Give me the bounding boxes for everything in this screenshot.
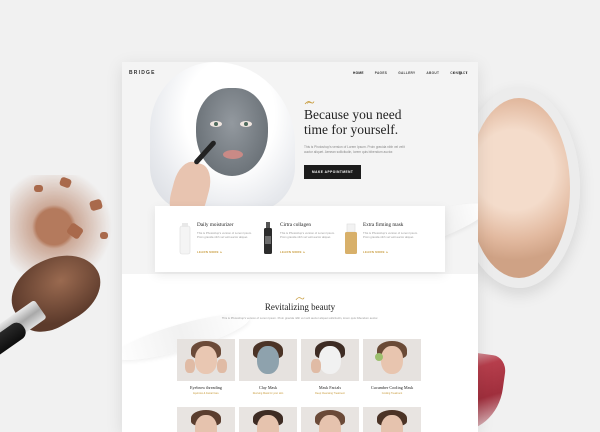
- treatment-tag: Cooling Treatment: [381, 392, 403, 395]
- learn-more-link[interactable]: LEARN MORE ►: [280, 250, 306, 254]
- treatment-card[interactable]: Cucumber Cooling Mask Cooling Treatment: [363, 339, 421, 399]
- make-appointment-button[interactable]: MAKE APPOINTMENT: [304, 165, 362, 179]
- product-highlights: Daily moisturizer This is Photoshop's ve…: [155, 206, 445, 272]
- learn-more-link[interactable]: LEARN MORE ►: [363, 250, 389, 254]
- powder-chunk: [100, 232, 108, 239]
- nav-item-pages[interactable]: PAGES: [375, 71, 387, 75]
- product-description: This is Photoshop's version of Lorem Ips…: [363, 231, 418, 239]
- treatment-photo[interactable]: [301, 407, 359, 432]
- product-name: Extra firming mask: [363, 222, 404, 228]
- product-description: This is Photoshop's version of Lorem Ips…: [197, 231, 252, 239]
- leaf-ornament-icon: [304, 101, 315, 105]
- top-navigation: BRIDGE HOME PAGES GALLERY ABOUT CONTACT …: [122, 62, 478, 84]
- twitter-icon[interactable]: t: [466, 70, 467, 75]
- product-card: Daily moisturizer This is Photoshop's ve…: [177, 220, 261, 260]
- product-card: Extra firming mask This is Photoshop's v…: [343, 220, 427, 260]
- nav-item-home[interactable]: HOME: [353, 71, 364, 75]
- nav-item-about[interactable]: ABOUT: [426, 71, 439, 75]
- treatment-photo[interactable]: [177, 407, 235, 432]
- treatment-name: Clay Mask: [258, 385, 278, 390]
- collagen-bottle-icon: [264, 222, 272, 254]
- main-menu: HOME PAGES GALLERY ABOUT CONTACT: [353, 71, 468, 75]
- product-name: Cirtra collagen: [280, 222, 311, 228]
- treatment-tag: Reviving Mask for your skin: [252, 392, 284, 395]
- hero-subtitle: This is Photoshop's version of Lorem Ips…: [304, 145, 405, 154]
- product-description: This is Photoshop's version of Lorem Ips…: [280, 231, 335, 239]
- section-title: Revitalizing beauty: [264, 302, 336, 312]
- section-subtitle: This is Photoshop's version of Lorem Ips…: [221, 316, 379, 320]
- treatment-name: Mask Facials: [318, 385, 342, 390]
- treatment-card[interactable]: Eyebrow threading Eyebrow & Facial Care: [177, 339, 235, 399]
- treatment-tag: Eyebrow & Facial Care: [193, 392, 219, 395]
- cucumber-mask-photo: [363, 339, 421, 381]
- product-card: Cirtra collagen This is Photoshop's vers…: [260, 220, 344, 260]
- treatment-card[interactable]: Clay Mask Reviving Mask for your skin: [239, 339, 297, 399]
- clay-mask-photo: [239, 339, 297, 381]
- instagram-icon[interactable]: ◎: [458, 70, 462, 75]
- mask-facial-photo: [301, 339, 359, 381]
- hero-text-block: Because you need time for yourself. This…: [304, 100, 464, 179]
- nav-item-gallery[interactable]: GALLERY: [398, 71, 415, 75]
- site-logo[interactable]: BRIDGE: [129, 70, 156, 76]
- eyebrow-threading-photo: [177, 339, 235, 381]
- moisturizer-tube-icon: [179, 223, 191, 255]
- website-mockup: Because you need time for yourself. This…: [122, 62, 478, 432]
- leaf-ornament-icon: [295, 297, 305, 301]
- treatment-name: Eyebrow threading: [190, 385, 222, 390]
- firming-mask-jar-icon: [345, 223, 357, 254]
- treatment-tag: Deep Cleansing Treatment: [315, 392, 345, 395]
- treatment-photo[interactable]: [363, 407, 421, 432]
- treatment-name: Cucumber Cooling Mask: [370, 385, 414, 390]
- facebook-icon[interactable]: f: [453, 70, 454, 75]
- social-links: f ◎ t: [453, 70, 467, 75]
- product-name: Daily moisturizer: [197, 222, 234, 228]
- powder-chunk: [34, 185, 43, 192]
- treatment-card[interactable]: Mask Facials Deep Cleansing Treatment: [301, 339, 359, 399]
- hero-title: Because you need time for yourself.: [304, 107, 402, 137]
- learn-more-link[interactable]: LEARN MORE ►: [197, 250, 223, 254]
- treatment-photo[interactable]: [239, 407, 297, 432]
